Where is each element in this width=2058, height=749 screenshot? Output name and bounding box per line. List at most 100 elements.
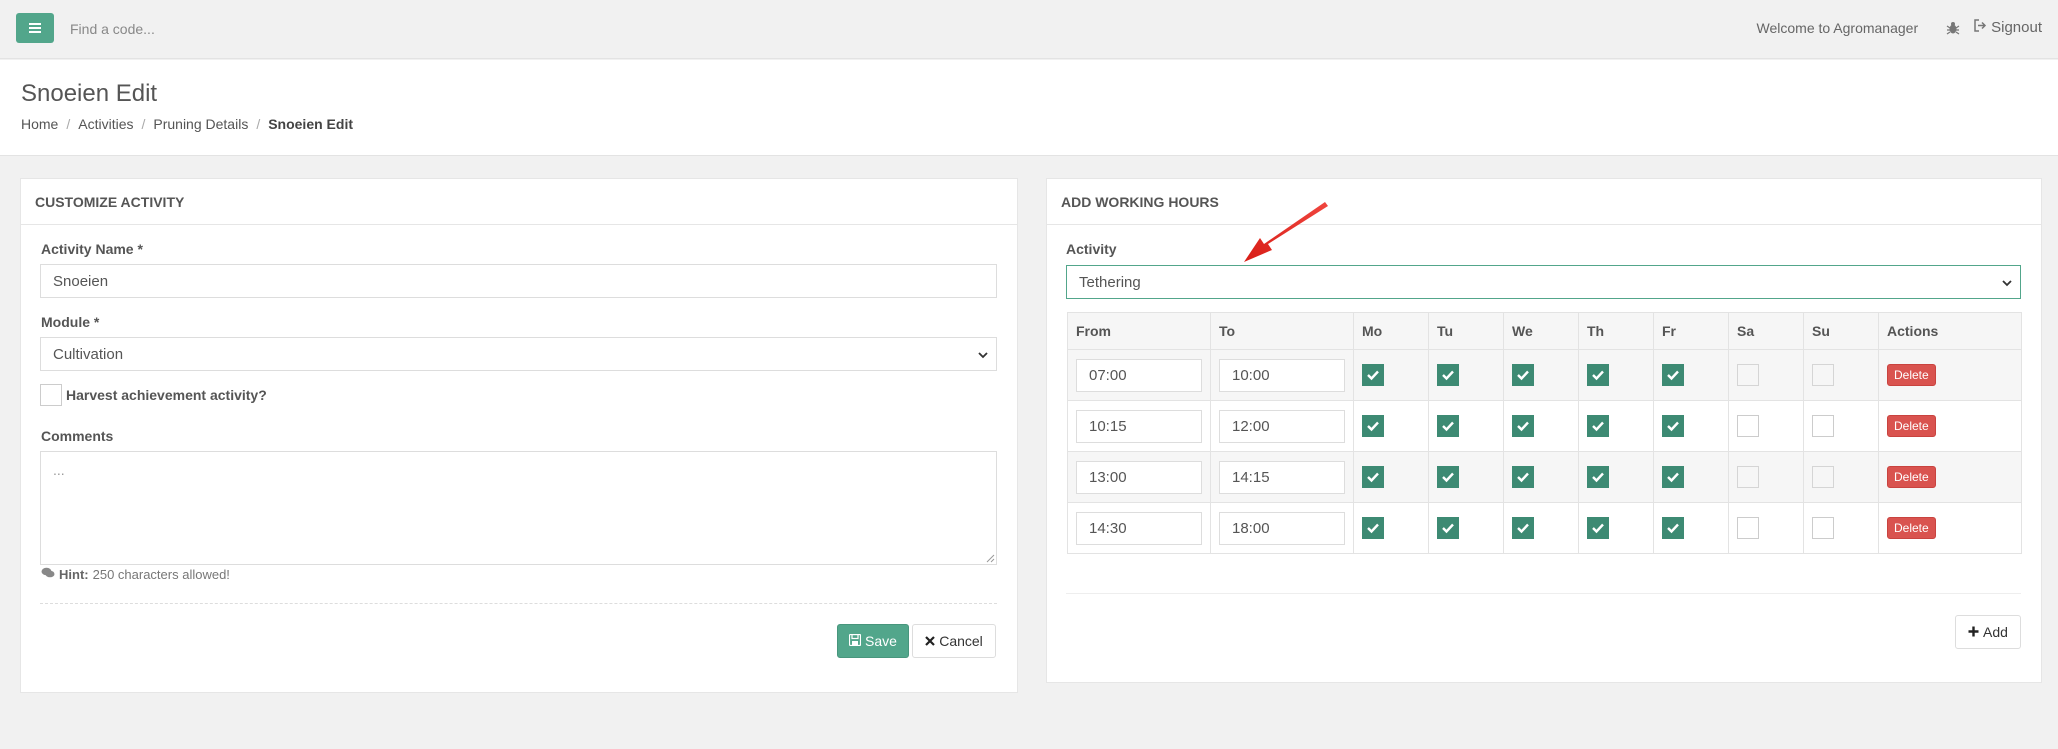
check-icon bbox=[1666, 420, 1680, 432]
check-icon bbox=[1366, 420, 1380, 432]
delete-button[interactable]: Delete bbox=[1887, 517, 1936, 539]
day-checkbox-th[interactable] bbox=[1587, 364, 1609, 386]
day-cell-su bbox=[1803, 400, 1879, 452]
day-cell-fr bbox=[1653, 349, 1729, 401]
breadcrumb-activities[interactable]: Activities bbox=[78, 116, 133, 132]
harvest-checkbox[interactable] bbox=[40, 384, 62, 406]
search-input[interactable] bbox=[70, 19, 370, 39]
day-checkbox-su[interactable] bbox=[1812, 466, 1834, 488]
activity-select[interactable]: Tethering bbox=[1066, 265, 2021, 299]
from-time-input[interactable]: 10:15 bbox=[1076, 409, 1202, 443]
comments-icon bbox=[41, 567, 55, 582]
col-sa: Sa bbox=[1728, 312, 1804, 350]
day-checkbox-sa[interactable] bbox=[1737, 466, 1759, 488]
day-cell-su bbox=[1803, 502, 1879, 554]
to-time-value: 18:00 bbox=[1232, 519, 1270, 537]
check-icon bbox=[1591, 522, 1605, 534]
check-icon bbox=[1441, 471, 1455, 483]
activity-value: Tethering bbox=[1079, 273, 1141, 291]
signout-link[interactable]: Signout bbox=[1974, 19, 2042, 36]
day-checkbox-mo[interactable] bbox=[1362, 364, 1384, 386]
to-time-value: 10:00 bbox=[1232, 366, 1270, 384]
menu-toggle-button[interactable] bbox=[16, 13, 54, 43]
day-checkbox-fr[interactable] bbox=[1662, 364, 1684, 386]
times-icon bbox=[925, 633, 935, 649]
breadcrumb: Home / Activities / Pruning Details / Sn… bbox=[21, 116, 353, 132]
day-cell-we bbox=[1503, 451, 1579, 503]
delete-button[interactable]: Delete bbox=[1887, 466, 1936, 488]
from-time-input[interactable]: 13:00 bbox=[1076, 460, 1202, 494]
module-select[interactable]: Cultivation bbox=[40, 337, 997, 371]
day-checkbox-su[interactable] bbox=[1812, 415, 1834, 437]
col-to: To bbox=[1210, 312, 1354, 350]
breadcrumb-home[interactable]: Home bbox=[21, 116, 58, 132]
day-checkbox-tu[interactable] bbox=[1437, 364, 1459, 386]
day-checkbox-tu[interactable] bbox=[1437, 517, 1459, 539]
to-time-input[interactable]: 10:00 bbox=[1219, 358, 1345, 392]
table-header-row: From To Mo Tu We Th Fr Sa Su Actions bbox=[1067, 312, 2022, 350]
to-time-input[interactable]: 18:00 bbox=[1219, 511, 1345, 545]
activity-name-input[interactable]: Snoeien bbox=[40, 264, 997, 298]
day-checkbox-fr[interactable] bbox=[1662, 415, 1684, 437]
day-cell-tu bbox=[1428, 349, 1504, 401]
breadcrumb-separator: / bbox=[66, 116, 71, 132]
save-button[interactable]: Save bbox=[837, 624, 909, 658]
check-icon bbox=[1591, 369, 1605, 381]
to-time-input[interactable]: 14:15 bbox=[1219, 460, 1345, 494]
day-checkbox-sa[interactable] bbox=[1737, 517, 1759, 539]
day-checkbox-th[interactable] bbox=[1587, 517, 1609, 539]
day-checkbox-tu[interactable] bbox=[1437, 415, 1459, 437]
resize-grip-icon[interactable] bbox=[985, 553, 995, 563]
panel-heading: ADD WORKING HOURS bbox=[1047, 179, 2041, 225]
check-icon bbox=[1666, 369, 1680, 381]
delete-button[interactable]: Delete bbox=[1887, 415, 1936, 437]
col-from: From bbox=[1067, 312, 1211, 350]
breadcrumb-pruning-details[interactable]: Pruning Details bbox=[153, 116, 248, 132]
day-checkbox-sa[interactable] bbox=[1737, 415, 1759, 437]
actions-cell: Delete bbox=[1878, 349, 2022, 401]
harvest-label: Harvest achievement activity? bbox=[66, 387, 267, 403]
customize-activity-panel: CUSTOMIZE ACTIVITY bbox=[20, 178, 1018, 693]
delete-button[interactable]: Delete bbox=[1887, 364, 1936, 386]
to-time-input[interactable]: 12:00 bbox=[1219, 409, 1345, 443]
day-cell-we bbox=[1503, 349, 1579, 401]
day-checkbox-mo[interactable] bbox=[1362, 466, 1384, 488]
day-checkbox-th[interactable] bbox=[1587, 466, 1609, 488]
day-checkbox-su[interactable] bbox=[1812, 517, 1834, 539]
from-time-input[interactable]: 07:00 bbox=[1076, 358, 1202, 392]
to-time-value: 14:15 bbox=[1232, 468, 1270, 486]
day-checkbox-mo[interactable] bbox=[1362, 415, 1384, 437]
bug-icon[interactable] bbox=[1946, 21, 1960, 35]
day-checkbox-mo[interactable] bbox=[1362, 517, 1384, 539]
from-time-input[interactable]: 14:30 bbox=[1076, 511, 1202, 545]
comments-textarea[interactable]: ... bbox=[40, 451, 997, 565]
page-title: Snoeien Edit bbox=[21, 80, 158, 107]
check-icon bbox=[1666, 522, 1680, 534]
annotation-arrow bbox=[1244, 202, 1328, 262]
day-checkbox-we[interactable] bbox=[1512, 364, 1534, 386]
table-row: 13:00 14:15 Delete bbox=[1067, 451, 2022, 503]
day-checkbox-we[interactable] bbox=[1512, 517, 1534, 539]
check-icon bbox=[1591, 471, 1605, 483]
to-cell: 18:00 bbox=[1210, 502, 1354, 554]
from-cell: 13:00 bbox=[1067, 451, 1211, 503]
day-cell-sa bbox=[1728, 451, 1804, 503]
hint-value: 250 characters allowed! bbox=[92, 567, 230, 582]
day-checkbox-th[interactable] bbox=[1587, 415, 1609, 437]
day-checkbox-tu[interactable] bbox=[1437, 466, 1459, 488]
day-checkbox-we[interactable] bbox=[1512, 466, 1534, 488]
check-icon bbox=[1441, 522, 1455, 534]
activity-name-value: Snoeien bbox=[53, 272, 109, 290]
add-row-button[interactable]: Add bbox=[1955, 615, 2021, 649]
day-checkbox-sa[interactable] bbox=[1737, 364, 1759, 386]
hint-text: Hint: 250 characters allowed! bbox=[41, 567, 230, 582]
day-checkbox-su[interactable] bbox=[1812, 364, 1834, 386]
day-checkbox-fr[interactable] bbox=[1662, 517, 1684, 539]
day-cell-tu bbox=[1428, 400, 1504, 452]
add-label: Add bbox=[1983, 624, 2008, 640]
day-checkbox-we[interactable] bbox=[1512, 415, 1534, 437]
day-cell-mo bbox=[1353, 502, 1429, 554]
check-icon bbox=[1516, 420, 1530, 432]
day-checkbox-fr[interactable] bbox=[1662, 466, 1684, 488]
cancel-button[interactable]: Cancel bbox=[912, 624, 996, 658]
